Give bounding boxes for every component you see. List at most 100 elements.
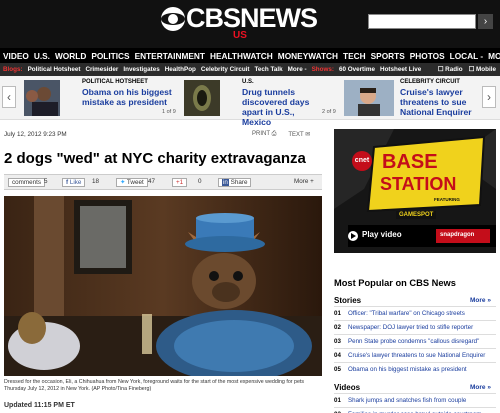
search-button[interactable]: › [478, 14, 493, 29]
plus-count: 0 [198, 178, 202, 185]
twitter-icon: ✦ [120, 179, 127, 186]
dog-wedding-photo-icon [4, 196, 322, 376]
blog-link[interactable]: Political Hotsheet [28, 66, 81, 73]
obama-thumbnail-icon [24, 80, 60, 116]
subnav-right-item[interactable]: ☐ Radio [438, 66, 463, 73]
headline-carousel: ‹ POLITICAL HOTSHEET Obama on his bigges… [0, 76, 500, 127]
nav-item[interactable]: HEALTHWATCH [210, 51, 273, 61]
article-tools: PRINT ⎙ TEXT ✉ [252, 131, 310, 138]
list-item-text: Officer: "Tribal warfare" on Chicago str… [348, 310, 465, 317]
article-dateline: July 12, 2012 9:23 PM [4, 131, 67, 138]
subnav-right-label: Radio [445, 66, 463, 73]
main-nav: VIDEO U.S. WORLD POLITICS ENTERTAINMENT HEALT… [0, 48, 500, 63]
updated-timestamp: Updated 11:15 PM ET [4, 402, 75, 409]
blog-link[interactable]: Crimesider [85, 66, 118, 73]
share-bar: comments 5 f Like 18 ✦ Tweet 47 +1 0 in … [4, 174, 322, 190]
list-item-text: Obama on his biggest mistake as presiden… [348, 366, 467, 373]
play-video-button[interactable]: Play video [362, 230, 402, 239]
cnet-ad[interactable]: cnet BASE STATION FEATURING GAMESPOT Pla… [334, 129, 496, 253]
nav-item[interactable]: LOCAL - [450, 51, 484, 61]
most-popular-heading: Most Popular on CBS News [334, 278, 456, 288]
cbs-eye-logo-icon [161, 7, 185, 31]
list-item-number: 02 [334, 324, 341, 331]
facebook-like-button[interactable]: f Like [62, 178, 86, 187]
nav-item[interactable]: WORLD [55, 51, 86, 61]
ad-featuring: FEATURING [434, 197, 460, 202]
ad-title-line1: BASE [382, 151, 438, 173]
site-header: CBSNEWS US › [0, 0, 500, 48]
blog-link[interactable]: Investigates [123, 66, 159, 73]
carousel-thumb-3[interactable] [344, 80, 394, 116]
subnav-right-item[interactable]: ☐ Mobile [469, 66, 496, 73]
more-share-button[interactable]: More + [294, 178, 314, 185]
list-item[interactable]: 05 Obama on his biggest mistake as presid… [334, 362, 496, 376]
comments-button[interactable]: comments [8, 178, 46, 187]
article-headline: 2 dogs "wed" at NYC charity extravaganza [4, 150, 306, 167]
subnav-right: ☐ Radio ☐ Mobile [438, 66, 500, 73]
checkbox-icon: ☐ [468, 66, 477, 73]
nav-item[interactable]: ENTERTAINMENT [135, 51, 205, 61]
list-item-number: 02 [334, 408, 348, 413]
carousel-category-2: U.S. [242, 79, 254, 85]
tunnel-thumbnail-icon [184, 80, 220, 116]
list-item-number: 05 [334, 366, 341, 373]
carousel-next-button[interactable]: › [482, 86, 496, 108]
list-item[interactable]: 01 Officer: "Tribal warfare" on Chicago s… [334, 306, 496, 320]
nav-item[interactable]: MONEYWATCH [278, 51, 338, 61]
photo-caption: Dressed for the occasion, Eli, a Chihuah… [4, 379, 305, 392]
carousel-thumb-1[interactable] [24, 80, 60, 116]
share-button[interactable]: in Share [218, 178, 252, 187]
tweet-count: 47 [148, 178, 156, 185]
list-item[interactable]: 04 Cruise's lawyer threatens to sue Natio… [334, 348, 496, 362]
google-plus-button[interactable]: +1 [172, 178, 188, 187]
tweet-button[interactable]: ✦ Tweet [116, 178, 148, 187]
list-item-number: 01 [334, 397, 341, 404]
list-item-text: Shark jumps and snatches fish from coupl… [348, 397, 467, 404]
nav-item[interactable]: PHOTOS [410, 51, 445, 61]
print-button[interactable]: PRINT ⎙ [252, 131, 276, 138]
list-item[interactable]: 03 Penn State probe condemns "callous dis… [334, 334, 496, 348]
list-item[interactable]: 02 Newspaper: DOJ lawyer tried to stifle … [334, 320, 496, 334]
nav-item[interactable]: TECH [343, 51, 366, 61]
article-photo [4, 196, 322, 376]
nav-item[interactable]: U.S. [34, 51, 50, 61]
ad-title-line2: STATION [380, 174, 457, 194]
carousel-title-2[interactable]: Drug tunnels discovered days apart in U.… [242, 87, 322, 127]
list-item-text: Cruise's lawyer threatens to sue Nationa… [348, 352, 486, 359]
show-link[interactable]: Hotsheet Live [380, 66, 421, 73]
shows-label: Shows: [311, 66, 334, 73]
carousel-prev-button[interactable]: ‹ [2, 86, 16, 108]
blog-link[interactable]: More - [288, 66, 307, 73]
sub-nav: Blogs: Political Hotsheet Crimesider Inves… [0, 63, 500, 76]
blog-link[interactable]: Tech Talk [255, 66, 283, 73]
list-item[interactable]: 01 Shark jumps and snatches fish from cou… [334, 393, 496, 407]
blog-link[interactable]: HealthPop [165, 66, 196, 73]
nav-item[interactable]: VIDEO [3, 51, 29, 61]
snapdragon-logo: snapdragon [440, 232, 475, 238]
nav-item[interactable]: SPORTS [371, 51, 405, 61]
stories-heading: Stories [334, 296, 362, 305]
share-icon: in [222, 179, 229, 186]
blog-link[interactable]: Celebrity Circuit [201, 66, 250, 73]
nav-item[interactable]: POLITICS [91, 51, 129, 61]
text-button[interactable]: TEXT ✉ [288, 131, 310, 138]
ad-gamespot: GAMESPOT [396, 211, 437, 219]
show-link[interactable]: 60 Overtime [339, 66, 375, 73]
blogs-list: Political Hotsheet Crimesider Investigates… [28, 66, 307, 73]
carousel-title-1[interactable]: Obama on his biggest mistake as presiden… [82, 87, 172, 107]
carousel-title-3[interactable]: Cruise's lawyer threatens to sue Nationa… [400, 87, 472, 117]
like-count: 18 [92, 178, 100, 185]
list-item[interactable]: 02Families in murder case brawl outside … [334, 407, 496, 413]
carousel-category-1: POLITICAL HOTSHEET [82, 79, 148, 85]
videos-more-link[interactable]: More » [470, 384, 491, 391]
carousel-thumb-2[interactable] [184, 80, 220, 116]
edition-label[interactable]: US [233, 30, 247, 41]
stories-more-link[interactable]: More » [470, 297, 491, 304]
brand-logo[interactable]: CBSNEWS [186, 3, 318, 34]
search-input[interactable] [368, 14, 476, 29]
cnet-logo: cnet [352, 151, 372, 171]
nav-item[interactable]: MORE - [488, 51, 500, 61]
comments-count: 5 [44, 178, 48, 185]
videos-heading: Videos [334, 383, 361, 392]
carousel-page-1: 1 of 9 [162, 109, 176, 115]
